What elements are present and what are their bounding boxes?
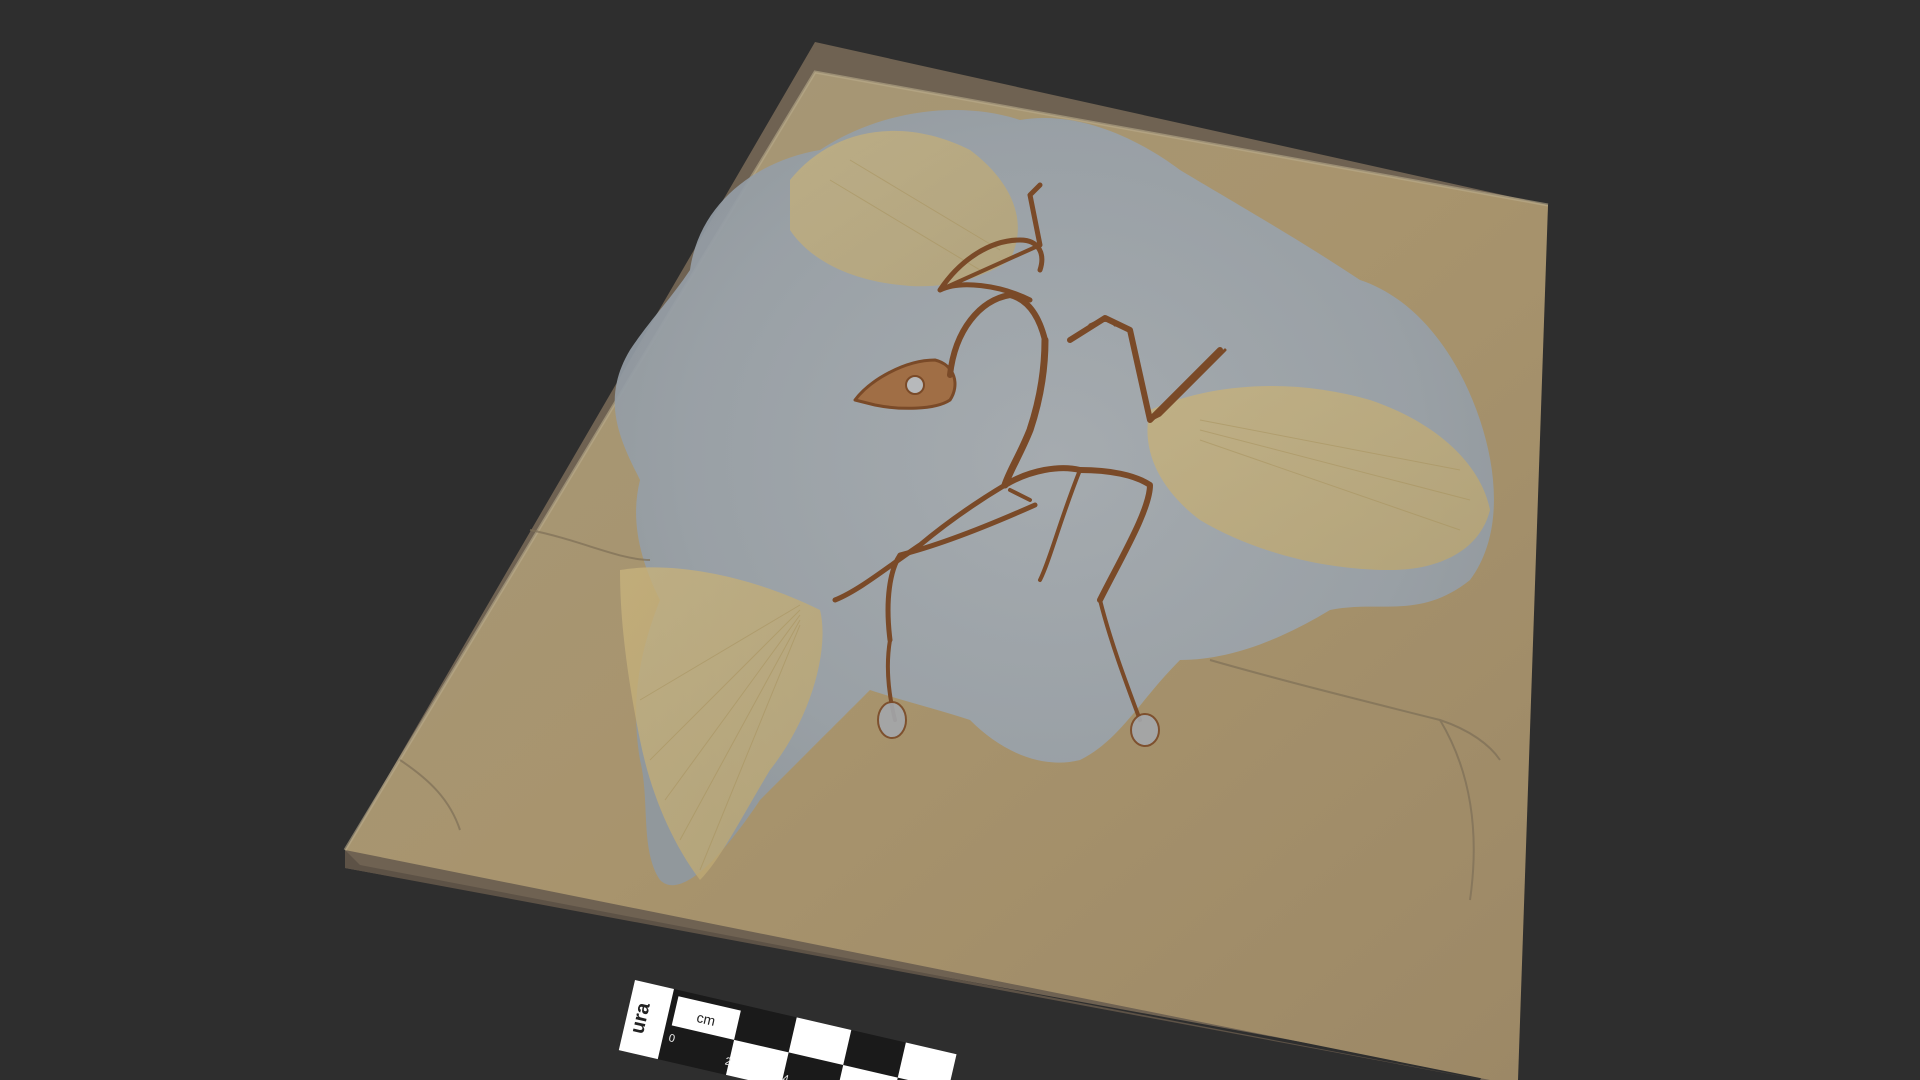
3d-viewer-canvas[interactable]: ura cm 0 2 4 (0, 0, 1920, 1080)
fossil-scene: ura cm 0 2 4 (343, 42, 1549, 1080)
scale-bar: ura cm 0 2 4 (618, 980, 957, 1080)
